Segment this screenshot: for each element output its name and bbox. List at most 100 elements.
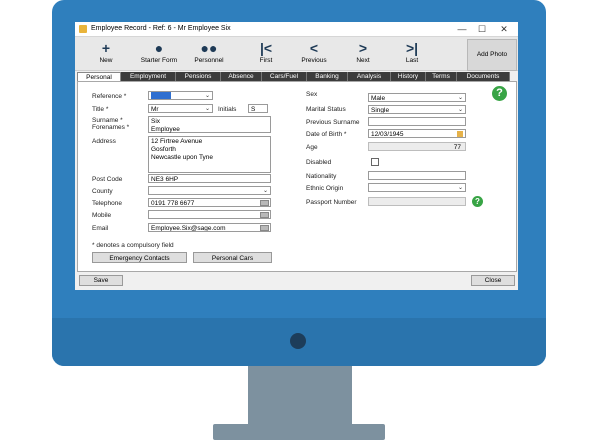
previous-surname-label: Previous Surname <box>306 119 360 126</box>
personal-cars-button[interactable]: Personal Cars <box>193 252 272 263</box>
county-select[interactable]: ⌄ <box>148 186 271 195</box>
title-value: Mr <box>151 106 159 113</box>
title-select[interactable]: Mr ⌄ <box>148 104 213 113</box>
address-line-3: Newcastle upon Tyne <box>151 154 214 161</box>
personal-panel: Reference * ⌄ Title * Mr ⌄ Initials S Sur… <box>77 81 517 272</box>
surname-label: Surname * <box>92 117 123 124</box>
app-icon <box>79 25 87 33</box>
ethnic-origin-select[interactable]: ⌄ <box>368 183 466 192</box>
surname-value: Six <box>151 118 161 125</box>
previous-button[interactable]: < Previous <box>297 39 331 69</box>
initials-field[interactable]: S <box>248 104 268 113</box>
postcode-label: Post Code <box>92 176 123 183</box>
chevron-down-icon: ⌄ <box>457 185 463 191</box>
chevron-right-icon: > <box>358 40 368 56</box>
chevron-down-icon: ⌄ <box>457 95 463 101</box>
emergency-contacts-button[interactable]: Emergency Contacts <box>92 252 187 263</box>
county-label: County <box>92 188 113 195</box>
help-icon[interactable]: ? <box>492 86 507 101</box>
address-field[interactable]: 12 Firtree Avenue Gosforth Newcastle upo… <box>148 136 271 173</box>
mobile-field[interactable] <box>148 210 271 219</box>
tab-absence[interactable]: Absence <box>221 72 262 81</box>
tab-documents[interactable]: Documents <box>457 72 510 81</box>
person-form-icon: ● <box>154 40 164 56</box>
address-label: Address <box>92 138 116 145</box>
new-button[interactable]: + New <box>89 39 123 69</box>
ethnic-origin-label: Ethnic Origin <box>306 185 344 192</box>
forenames-value: Employee <box>151 126 180 133</box>
plus-icon: + <box>101 40 111 56</box>
disabled-checkbox[interactable] <box>371 158 379 166</box>
dob-label: Date of Birth * <box>306 131 347 138</box>
disabled-label: Disabled <box>306 159 332 166</box>
postcode-field[interactable]: NE3 6HP <box>148 174 271 183</box>
toolbar: + New ● Starter Form ●● Personnel |< Fir… <box>75 37 518 71</box>
previous-surname-field[interactable] <box>368 117 466 126</box>
chevron-left-icon: < <box>309 40 319 56</box>
first-icon: |< <box>259 40 273 56</box>
monitor-power-indicator <box>290 333 306 349</box>
sex-value: Male <box>371 95 386 102</box>
sex-select[interactable]: Male ⌄ <box>368 93 466 102</box>
tab-banking[interactable]: Banking <box>307 72 348 81</box>
starter-form-label: Starter Form <box>140 57 178 64</box>
chevron-down-icon: ⌄ <box>262 188 268 194</box>
close-button[interactable]: Close <box>471 275 515 286</box>
personnel-button[interactable]: ●● Personnel <box>187 39 231 69</box>
forenames-label: Forenames * <box>92 124 130 131</box>
maximize-button[interactable]: ☐ <box>473 23 491 35</box>
previous-label: Previous <box>301 57 327 64</box>
age-label: Age <box>306 144 318 151</box>
tab-bar: Personal Employment Pensions Absence Car… <box>77 72 517 82</box>
add-photo-button[interactable]: Add Photo <box>467 39 517 71</box>
close-window-button[interactable]: ✕ <box>495 23 513 35</box>
reference-label: Reference * <box>92 93 127 100</box>
phone-icon[interactable] <box>260 212 269 218</box>
tab-employment[interactable]: Employment <box>121 72 176 81</box>
reference-select[interactable]: ⌄ <box>148 91 213 100</box>
reference-selection-highlight <box>151 92 171 99</box>
nationality-label: Nationality <box>306 173 337 180</box>
dob-value: 12/03/1945 <box>371 131 404 138</box>
marital-status-select[interactable]: Single ⌄ <box>368 105 466 114</box>
chevron-down-icon: ⌄ <box>204 106 210 112</box>
monitor-stand-base <box>213 424 385 440</box>
last-button[interactable]: >| Last <box>397 39 427 69</box>
address-line-1: 12 Firtree Avenue <box>151 138 203 145</box>
minimize-button[interactable]: — <box>453 23 471 35</box>
calendar-icon[interactable] <box>457 131 463 137</box>
help-icon[interactable]: ? <box>472 196 483 207</box>
last-label: Last <box>405 57 419 64</box>
tab-history[interactable]: History <box>391 72 426 81</box>
nationality-field[interactable] <box>368 171 466 180</box>
last-icon: >| <box>405 40 419 56</box>
tab-analysis[interactable]: Analysis <box>348 72 391 81</box>
tab-pensions[interactable]: Pensions <box>176 72 221 81</box>
tab-terms[interactable]: Terms <box>426 72 457 81</box>
next-button[interactable]: > Next <box>349 39 377 69</box>
new-label: New <box>99 57 113 64</box>
email-value: Employee.Six@sage.com <box>151 225 226 232</box>
marital-status-value: Single <box>371 107 390 114</box>
starter-form-button[interactable]: ● Starter Form <box>135 39 183 69</box>
email-label: Email <box>92 225 109 232</box>
email-field[interactable]: Employee.Six@sage.com <box>148 223 271 232</box>
initials-label: Initials <box>218 106 237 113</box>
telephone-field[interactable]: 0191 778 6677 <box>148 198 271 207</box>
monitor-stand-neck <box>248 366 352 424</box>
next-label: Next <box>356 57 370 64</box>
name-fields[interactable]: Six Employee <box>148 116 271 133</box>
phone-icon[interactable] <box>260 200 269 206</box>
save-button[interactable]: Save <box>79 275 123 286</box>
mobile-label: Mobile <box>92 212 112 219</box>
title-bar: Employee Record - Ref: 6 - Mr Employee S… <box>75 22 518 37</box>
passport-number-field[interactable] <box>368 197 466 206</box>
first-button[interactable]: |< First <box>251 39 281 69</box>
email-icon[interactable] <box>260 225 269 231</box>
personnel-label: Personnel <box>194 57 224 64</box>
tab-cars-fuel[interactable]: Cars/Fuel <box>262 72 307 81</box>
telephone-label: Telephone <box>92 200 122 207</box>
marital-status-label: Marital Status <box>306 106 346 113</box>
address-line-2: Gosforth <box>151 146 176 153</box>
dob-field[interactable]: 12/03/1945 <box>368 129 466 138</box>
